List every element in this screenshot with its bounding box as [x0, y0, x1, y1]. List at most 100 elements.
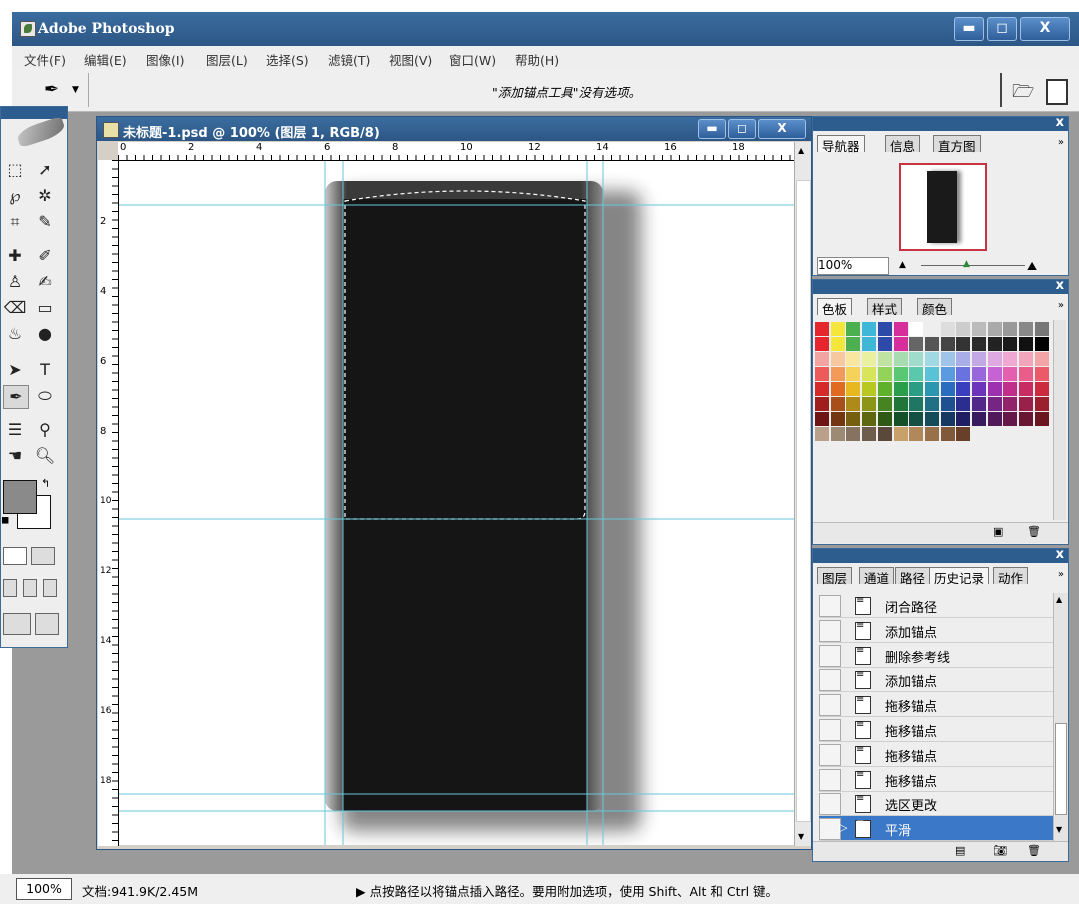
color-swatch[interactable]	[846, 382, 861, 396]
color-swatch[interactable]	[940, 382, 955, 396]
history-item[interactable]: ≡ 拖移锚点	[819, 717, 1055, 742]
color-swatch[interactable]	[862, 427, 877, 441]
menu-layer[interactable]: 图层(L)	[206, 50, 248, 69]
color-swatch[interactable]	[1019, 367, 1034, 381]
menu-view[interactable]: 视图(V)	[389, 50, 432, 69]
app-title-bar[interactable]: Adobe Photoshop ▬ ◻ X	[12, 12, 1079, 46]
color-swatch[interactable]	[909, 337, 924, 351]
history-snapshot-checkbox[interactable]	[819, 595, 841, 617]
color-swatch[interactable]	[972, 382, 986, 396]
panel-menu-icon[interactable]: »	[1058, 300, 1064, 311]
close-button[interactable]: X	[1020, 17, 1070, 41]
panel-header[interactable]: x	[813, 115, 1068, 131]
history-state-arrow-icon[interactable]: ▷	[839, 821, 847, 834]
navigator-thumbnail[interactable]	[899, 163, 987, 251]
minimize-button[interactable]: ▬	[954, 17, 984, 41]
color-swatch[interactable]	[1019, 412, 1034, 426]
zoom-slider[interactable]	[921, 265, 1025, 266]
move-tool-icon[interactable]: ➚	[33, 159, 57, 181]
history-snapshot-checkbox[interactable]	[819, 619, 841, 642]
history-snapshot-checkbox[interactable]	[819, 818, 841, 841]
tab-info[interactable]: 信息	[885, 135, 921, 154]
menu-filter[interactable]: 滤镜(T)	[328, 50, 370, 69]
color-swatch[interactable]	[987, 337, 1002, 351]
color-swatch[interactable]	[815, 352, 829, 366]
color-swatch[interactable]	[830, 382, 845, 396]
color-swatch[interactable]	[846, 412, 861, 426]
color-swatch[interactable]	[972, 412, 986, 426]
screen-mode-full-button[interactable]	[43, 579, 57, 597]
color-swatch[interactable]	[909, 322, 924, 336]
history-item[interactable]: ≡ 平滑 ▷	[819, 816, 1055, 842]
color-swatch[interactable]	[846, 397, 861, 411]
color-swatch[interactable]	[924, 382, 939, 396]
panel-menu-icon[interactable]: »	[1058, 569, 1064, 580]
color-swatch[interactable]	[893, 412, 908, 426]
add-anchor-pen-icon[interactable]: ✒	[44, 79, 59, 100]
scroll-down-icon[interactable]: ▼	[1056, 825, 1062, 834]
marquee-tool-icon[interactable]: ⬚	[3, 159, 27, 181]
tab-paths[interactable]: 路径	[895, 567, 931, 586]
color-swatch[interactable]	[940, 337, 955, 351]
menu-edit[interactable]: 编辑(E)	[84, 50, 127, 69]
color-swatch[interactable]	[877, 397, 892, 411]
crop-tool-icon[interactable]: ⌗	[3, 211, 27, 233]
color-swatch[interactable]	[924, 427, 939, 441]
tab-channels[interactable]: 通道	[859, 567, 895, 586]
zoom-out-icon[interactable]: ▲	[899, 260, 906, 270]
new-snapshot-icon[interactable]: 📷︎	[993, 844, 1007, 857]
color-swatch[interactable]	[862, 337, 877, 351]
tab-color[interactable]: 颜色	[917, 298, 953, 317]
color-swatch[interactable]	[909, 412, 924, 426]
color-swatch[interactable]	[909, 382, 924, 396]
swatch-scrollbar[interactable]	[1053, 320, 1066, 520]
color-swatch[interactable]	[956, 322, 971, 336]
color-swatch[interactable]	[815, 412, 829, 426]
color-swatch[interactable]	[877, 427, 892, 441]
screen-mode-full-menu-button[interactable]	[23, 579, 37, 597]
color-swatch[interactable]	[924, 337, 939, 351]
color-swatch[interactable]	[877, 382, 892, 396]
history-item[interactable]: ≡ 拖移锚点	[819, 767, 1055, 792]
color-swatch[interactable]	[909, 352, 924, 366]
color-swatch[interactable]	[940, 352, 955, 366]
history-brush-icon[interactable]: ✍	[33, 271, 57, 293]
quick-mask-button[interactable]	[31, 547, 55, 565]
color-swatch[interactable]	[893, 367, 908, 381]
history-snapshot-checkbox[interactable]	[819, 793, 841, 816]
history-item[interactable]: ≡ 闭合路径	[819, 593, 1055, 618]
color-swatch[interactable]	[987, 412, 1002, 426]
history-item[interactable]: ≡ 拖移锚点	[819, 692, 1055, 718]
color-swatch[interactable]	[1034, 412, 1049, 426]
color-swatch[interactable]	[846, 367, 861, 381]
color-swatch[interactable]	[862, 397, 877, 411]
document-scrollbar[interactable]: ▲ ▼	[794, 142, 811, 846]
color-swatch[interactable]	[830, 337, 845, 351]
scroll-thumb[interactable]	[796, 180, 811, 822]
file-browser-icon[interactable]: 🗁	[1012, 79, 1034, 109]
color-swatch[interactable]	[1019, 397, 1034, 411]
clone-stamp-icon[interactable]: ♙	[3, 271, 27, 293]
color-swatch[interactable]	[940, 412, 955, 426]
standard-mode-button[interactable]	[3, 547, 27, 565]
color-swatch[interactable]	[893, 382, 908, 396]
color-swatch[interactable]	[1003, 382, 1018, 396]
panel-close-icon[interactable]: x	[1056, 115, 1064, 130]
tab-actions[interactable]: 动作	[993, 567, 1029, 586]
blur-tool-icon[interactable]: ♨	[3, 323, 27, 345]
panel-close-icon[interactable]: x	[1056, 547, 1064, 562]
eraser-tool-icon[interactable]: ⌫	[3, 297, 27, 319]
default-colors-icon[interactable]: ◼	[1, 515, 9, 526]
color-swatch[interactable]	[893, 352, 908, 366]
color-swatch[interactable]	[1003, 352, 1018, 366]
doc-maximize-button[interactable]: ◻	[728, 119, 756, 139]
color-swatch[interactable]	[972, 367, 986, 381]
scroll-thumb[interactable]	[1055, 723, 1067, 815]
tool-preset-dropdown-icon[interactable]: ▼	[72, 85, 79, 95]
zoom-in-icon[interactable]: ⛰	[1027, 259, 1037, 274]
color-swatch[interactable]	[956, 352, 971, 366]
color-swatch[interactable]	[924, 367, 939, 381]
magic-wand-icon[interactable]: ✲	[33, 185, 57, 207]
menu-help[interactable]: 帮助(H)	[515, 50, 559, 69]
menu-file[interactable]: 文件(F)	[24, 50, 66, 69]
